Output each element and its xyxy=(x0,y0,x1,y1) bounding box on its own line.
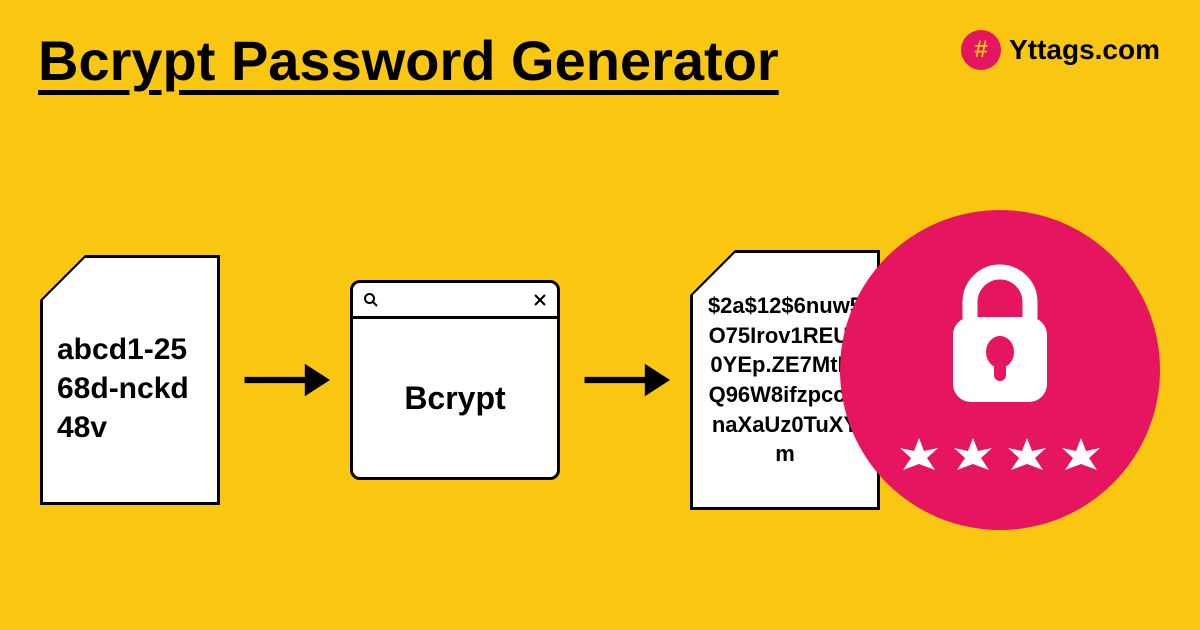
page-title: Bcrypt Password Generator xyxy=(38,28,779,93)
close-icon xyxy=(533,293,547,307)
password-dots xyxy=(897,434,1103,478)
search-icon xyxy=(363,292,379,308)
window-titlebar xyxy=(353,283,557,319)
asterisk-icon xyxy=(897,434,941,478)
brand-logo: # Yttags.com xyxy=(961,30,1160,70)
arrow-right-icon xyxy=(580,350,670,410)
brand-name: Yttags.com xyxy=(1009,34,1160,66)
process-label: Bcrypt xyxy=(353,319,557,477)
lock-icon xyxy=(935,262,1065,412)
arrow-right-icon xyxy=(240,350,330,410)
asterisk-icon xyxy=(1059,434,1103,478)
security-badge xyxy=(840,210,1160,530)
diagram-flow: abcd1-2568d-nckd48v Bcrypt $2a$12$6nuw5O… xyxy=(40,250,880,510)
process-window: Bcrypt xyxy=(350,280,560,480)
input-document: abcd1-2568d-nckd48v xyxy=(40,255,220,505)
asterisk-icon xyxy=(1005,434,1049,478)
asterisk-icon xyxy=(951,434,995,478)
hash-icon: # xyxy=(961,30,1001,70)
input-text: abcd1-2568d-nckd48v xyxy=(57,330,203,447)
